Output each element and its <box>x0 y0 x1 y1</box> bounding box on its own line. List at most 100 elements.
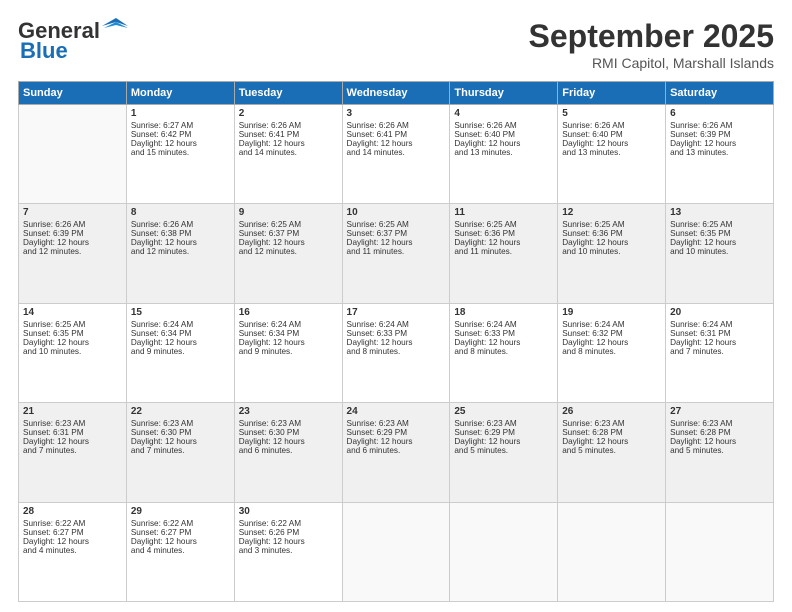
day-info-line: Sunset: 6:37 PM <box>347 229 446 238</box>
calendar-cell <box>19 105 127 204</box>
day-info-line: Sunrise: 6:22 AM <box>23 519 122 528</box>
calendar-week-row: 21Sunrise: 6:23 AMSunset: 6:31 PMDayligh… <box>19 403 774 502</box>
day-number: 25 <box>454 406 553 417</box>
day-info-line: and 7 minutes. <box>670 347 769 356</box>
day-info-line: Sunrise: 6:26 AM <box>131 220 230 229</box>
day-info-line: Sunrise: 6:24 AM <box>670 320 769 329</box>
day-number: 3 <box>347 108 446 119</box>
day-info-line: Sunrise: 6:25 AM <box>23 320 122 329</box>
calendar-cell: 14Sunrise: 6:25 AMSunset: 6:35 PMDayligh… <box>19 303 127 402</box>
col-header-sunday: Sunday <box>19 82 127 105</box>
col-header-saturday: Saturday <box>666 82 774 105</box>
col-header-tuesday: Tuesday <box>234 82 342 105</box>
day-info-line: Sunset: 6:29 PM <box>454 428 553 437</box>
day-info-line: Daylight: 12 hours <box>131 139 230 148</box>
month-title: September 2025 <box>529 18 774 55</box>
day-info-line: Sunrise: 6:24 AM <box>347 320 446 329</box>
day-number: 21 <box>23 406 122 417</box>
day-info-line: and 9 minutes. <box>131 347 230 356</box>
day-info-line: and 10 minutes. <box>562 247 661 256</box>
day-info-line: and 10 minutes. <box>23 347 122 356</box>
day-info-line: Daylight: 12 hours <box>131 537 230 546</box>
day-info-line: Sunrise: 6:24 AM <box>239 320 338 329</box>
day-number: 1 <box>131 108 230 119</box>
day-number: 4 <box>454 108 553 119</box>
day-info-line: Sunset: 6:30 PM <box>239 428 338 437</box>
day-info-line: and 8 minutes. <box>347 347 446 356</box>
day-info-line: Sunrise: 6:26 AM <box>23 220 122 229</box>
calendar-cell <box>342 502 450 601</box>
day-number: 12 <box>562 207 661 218</box>
day-info-line: Sunset: 6:27 PM <box>23 528 122 537</box>
day-info-line: Sunset: 6:36 PM <box>562 229 661 238</box>
day-info-line: Sunrise: 6:25 AM <box>562 220 661 229</box>
day-info-line: Daylight: 12 hours <box>670 139 769 148</box>
day-info-line: and 4 minutes. <box>131 546 230 555</box>
day-info-line: Sunrise: 6:27 AM <box>131 121 230 130</box>
day-info-line: Daylight: 12 hours <box>23 238 122 247</box>
calendar-table: SundayMondayTuesdayWednesdayThursdayFrid… <box>18 81 774 602</box>
day-number: 14 <box>23 307 122 318</box>
day-number: 13 <box>670 207 769 218</box>
calendar-cell: 4Sunrise: 6:26 AMSunset: 6:40 PMDaylight… <box>450 105 558 204</box>
calendar-cell: 28Sunrise: 6:22 AMSunset: 6:27 PMDayligh… <box>19 502 127 601</box>
day-info-line: and 5 minutes. <box>454 446 553 455</box>
day-info-line: and 5 minutes. <box>670 446 769 455</box>
calendar-cell <box>666 502 774 601</box>
day-info-line: Sunset: 6:36 PM <box>454 229 553 238</box>
day-info-line: Daylight: 12 hours <box>239 537 338 546</box>
location-title: RMI Capitol, Marshall Islands <box>529 55 774 71</box>
col-header-thursday: Thursday <box>450 82 558 105</box>
day-info-line: Sunset: 6:40 PM <box>562 130 661 139</box>
day-number: 5 <box>562 108 661 119</box>
day-info-line: Sunset: 6:27 PM <box>131 528 230 537</box>
calendar-cell: 3Sunrise: 6:26 AMSunset: 6:41 PMDaylight… <box>342 105 450 204</box>
day-info-line: Sunrise: 6:26 AM <box>239 121 338 130</box>
calendar-cell: 17Sunrise: 6:24 AMSunset: 6:33 PMDayligh… <box>342 303 450 402</box>
day-info-line: Sunrise: 6:23 AM <box>239 419 338 428</box>
title-block: September 2025 RMI Capitol, Marshall Isl… <box>529 18 774 71</box>
calendar-header-row: SundayMondayTuesdayWednesdayThursdayFrid… <box>19 82 774 105</box>
day-number: 29 <box>131 506 230 517</box>
day-info-line: Daylight: 12 hours <box>562 338 661 347</box>
day-info-line: Sunrise: 6:25 AM <box>347 220 446 229</box>
calendar-cell: 10Sunrise: 6:25 AMSunset: 6:37 PMDayligh… <box>342 204 450 303</box>
calendar-cell: 13Sunrise: 6:25 AMSunset: 6:35 PMDayligh… <box>666 204 774 303</box>
day-info-line: Daylight: 12 hours <box>131 437 230 446</box>
calendar-cell: 15Sunrise: 6:24 AMSunset: 6:34 PMDayligh… <box>126 303 234 402</box>
day-info-line: Sunset: 6:42 PM <box>131 130 230 139</box>
day-info-line: and 3 minutes. <box>239 546 338 555</box>
calendar-cell: 1 Sunrise: 6:27 AMSunset: 6:42 PMDaylight… <box>126 105 234 204</box>
day-info-line: Daylight: 12 hours <box>239 139 338 148</box>
day-info-line: Sunset: 6:34 PM <box>131 329 230 338</box>
day-info-line: Sunrise: 6:23 AM <box>347 419 446 428</box>
day-info-line: Daylight: 12 hours <box>347 139 446 148</box>
calendar-cell: 21Sunrise: 6:23 AMSunset: 6:31 PMDayligh… <box>19 403 127 502</box>
day-info-line: Daylight: 12 hours <box>239 338 338 347</box>
day-number: 9 <box>239 207 338 218</box>
day-info-line: Sunrise: 6:24 AM <box>454 320 553 329</box>
calendar-cell: 20Sunrise: 6:24 AMSunset: 6:31 PMDayligh… <box>666 303 774 402</box>
day-number: 24 <box>347 406 446 417</box>
day-info-line: Daylight: 12 hours <box>347 338 446 347</box>
logo-arrow-icon <box>102 18 128 40</box>
day-info-line: Sunrise: 6:26 AM <box>670 121 769 130</box>
day-info-line: and 12 minutes. <box>23 247 122 256</box>
day-info-line: and 14 minutes. <box>347 148 446 157</box>
day-number: 7 <box>23 207 122 218</box>
day-info-line: Sunrise: 6:22 AM <box>239 519 338 528</box>
day-info-line: Daylight: 12 hours <box>347 437 446 446</box>
day-info-line: Sunrise: 6:24 AM <box>562 320 661 329</box>
day-number: 26 <box>562 406 661 417</box>
calendar-cell: 7Sunrise: 6:26 AMSunset: 6:39 PMDaylight… <box>19 204 127 303</box>
day-info-line: Sunrise: 6:23 AM <box>562 419 661 428</box>
day-number: 11 <box>454 207 553 218</box>
day-info-line: Daylight: 12 hours <box>562 139 661 148</box>
calendar-cell: 8Sunrise: 6:26 AMSunset: 6:38 PMDaylight… <box>126 204 234 303</box>
calendar-cell: 12Sunrise: 6:25 AMSunset: 6:36 PMDayligh… <box>558 204 666 303</box>
day-number: 10 <box>347 207 446 218</box>
col-header-wednesday: Wednesday <box>342 82 450 105</box>
calendar-week-row: 7Sunrise: 6:26 AMSunset: 6:39 PMDaylight… <box>19 204 774 303</box>
day-info-line: Sunset: 6:41 PM <box>347 130 446 139</box>
day-info-line: Sunrise: 6:25 AM <box>670 220 769 229</box>
